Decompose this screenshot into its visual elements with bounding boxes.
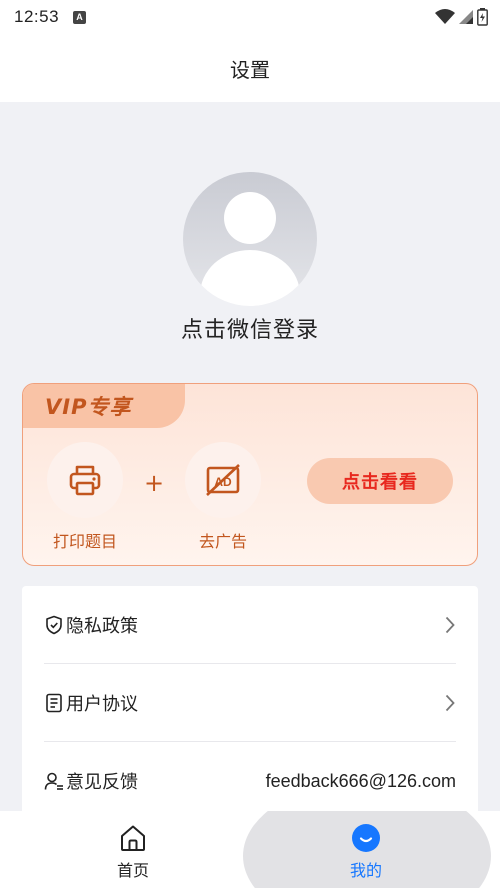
signal-icon: [459, 10, 473, 24]
notification-a-icon: A: [73, 10, 87, 24]
settings-menu: 隐私政策 用户协议 意见反馈 feedback666@126.com: [22, 586, 478, 826]
chevron-right-icon: [444, 615, 456, 635]
menu-item-label: 意见反馈: [66, 772, 138, 793]
avatar-body: [200, 250, 300, 306]
tab-mine-label: 我的: [349, 861, 382, 880]
wechat-login-link[interactable]: 点击微信登录: [0, 312, 500, 344]
chevron-right-icon: [444, 693, 456, 713]
tab-mine[interactable]: 我的: [306, 811, 426, 888]
status-time: 12:53: [14, 7, 60, 26]
plus-sign: +: [144, 469, 165, 497]
remove-ads-feature-label: 去广告: [198, 532, 247, 551]
mine-icon: [351, 823, 381, 853]
menu-item-label: 隐私政策: [66, 615, 138, 637]
home-icon: [118, 823, 148, 853]
vip-view-button[interactable]: 点击看看: [307, 458, 453, 504]
avatar-head: [224, 192, 276, 244]
status-bar: 12:53 A: [0, 0, 500, 34]
menu-item-label: 用户协议: [66, 693, 138, 715]
menu-item-privacy-policy[interactable]: 隐私政策: [44, 586, 456, 664]
vip-tag-text: VIP专享: [45, 395, 132, 419]
vip-card: VIP专享 打印题目 + AD 去广告 点击看看: [22, 383, 478, 566]
print-feature-label: 打印题目: [52, 532, 117, 551]
tab-home[interactable]: 首页: [73, 811, 193, 888]
feedback-user-icon: [44, 771, 64, 791]
remove-ads-feature[interactable]: AD: [185, 442, 261, 518]
no-ad-icon: AD: [206, 464, 240, 496]
page-title: 设置: [230, 57, 270, 82]
wifi-icon: [435, 9, 455, 24]
printer-icon: [69, 465, 101, 496]
status-icons: [435, 8, 488, 26]
vip-tag: VIP专享: [23, 384, 185, 428]
bottom-tab-bar: 首页 我的: [0, 811, 500, 888]
print-feature[interactable]: [47, 442, 123, 518]
menu-item-user-agreement[interactable]: 用户协议: [44, 664, 456, 742]
title-bar: 设置: [0, 34, 500, 102]
default-avatar-icon[interactable]: [183, 172, 317, 306]
feedback-email: feedback666@126.com: [265, 770, 456, 791]
tab-home-label: 首页: [116, 861, 149, 880]
battery-icon: [477, 8, 488, 26]
shield-icon: [44, 615, 64, 635]
menu-item-feedback[interactable]: 意见反馈 feedback666@126.com: [44, 742, 456, 820]
document-icon: [44, 693, 64, 713]
